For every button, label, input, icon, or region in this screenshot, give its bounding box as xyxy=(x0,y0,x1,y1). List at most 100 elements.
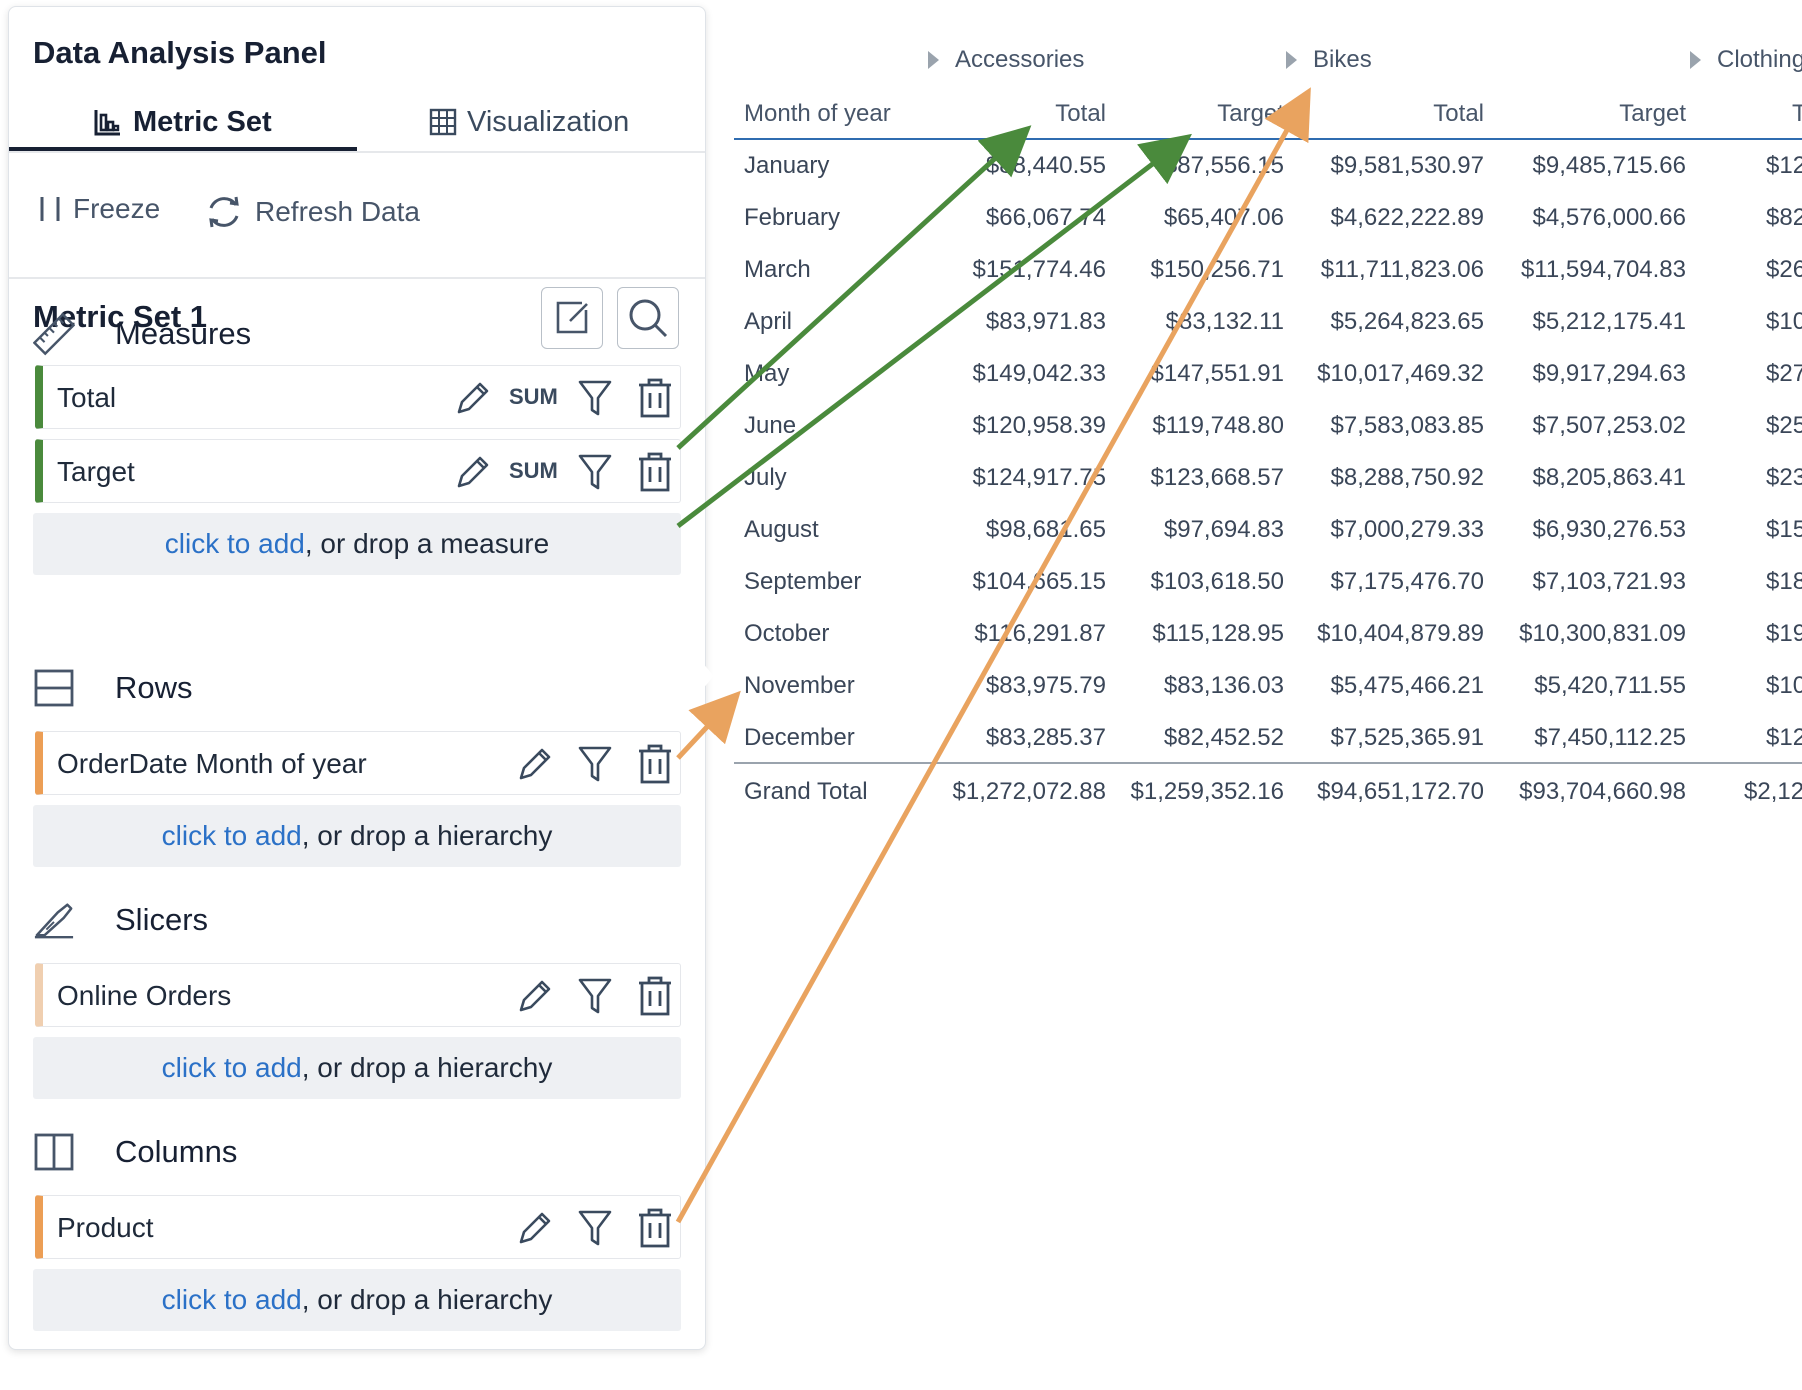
clothing-total-cell: $192,37 xyxy=(1766,620,1802,647)
header-clothing-total[interactable]: T xyxy=(1792,100,1802,128)
bikes-total-cell: $7,000,279.33 xyxy=(1330,516,1484,543)
tab-visualization-label: Visualization xyxy=(467,105,630,138)
accessories-target-cell: $103,618.50 xyxy=(1150,568,1284,595)
freeze-button[interactable]: Freeze xyxy=(39,193,160,225)
columns-section-header: Columns xyxy=(33,1131,237,1173)
trash-icon[interactable] xyxy=(633,742,677,786)
category-bikes[interactable]: Bikes xyxy=(1286,46,1372,74)
filter-icon[interactable] xyxy=(573,742,617,786)
click-to-add-link[interactable]: click to add xyxy=(162,1052,302,1083)
header-month-of-year[interactable]: Month of year xyxy=(744,100,891,128)
category-label: Accessories xyxy=(955,46,1085,73)
panel-pointer xyxy=(700,660,714,692)
columns-dropzone[interactable]: click to add, or drop a hierarchy xyxy=(33,1269,681,1331)
accessories-target-cell: $87,556.15 xyxy=(1163,152,1284,179)
month-cell: March xyxy=(744,256,811,283)
month-cell: April xyxy=(744,308,793,335)
pencil-icon[interactable] xyxy=(513,742,557,786)
month-cell: November xyxy=(744,672,855,699)
category-label: Bikes xyxy=(1313,46,1372,73)
measure-label: Target xyxy=(57,456,135,487)
panel-title: Data Analysis Panel xyxy=(33,35,327,70)
row-item-orderdate[interactable]: OrderDate Month of year xyxy=(35,731,681,795)
filter-icon[interactable] xyxy=(573,974,617,1018)
rows-section-header: Rows xyxy=(33,667,193,709)
accessories-total-cell: $88,440.55 xyxy=(985,152,1106,179)
rows-icon xyxy=(33,667,75,709)
grand-total-divider xyxy=(734,762,1802,764)
freeze-icon xyxy=(40,197,60,221)
header-bikes-target[interactable]: Target xyxy=(1619,100,1686,128)
filter-icon[interactable] xyxy=(573,376,617,420)
slicer-item-online-orders[interactable]: Online Orders xyxy=(35,963,681,1027)
pencil-icon[interactable] xyxy=(451,376,495,420)
header-accessories-total[interactable]: Total xyxy=(1055,100,1106,128)
filter-icon[interactable] xyxy=(573,450,617,494)
bikes-target-cell: $5,420,711.55 xyxy=(1534,672,1686,699)
measure-label: Total xyxy=(57,382,117,413)
filter-icon[interactable] xyxy=(573,1206,617,1250)
rows-dropzone[interactable]: click to add, or drop a hierarchy xyxy=(33,805,681,867)
slicers-dropzone[interactable]: click to add, or drop a hierarchy xyxy=(33,1037,681,1099)
header-bikes-total[interactable]: Total xyxy=(1433,100,1484,128)
edit-square-icon xyxy=(556,301,588,334)
pivot-table: Accessories Bikes Clothing Month of year… xyxy=(720,0,1802,820)
tab-visualization[interactable]: Visualization xyxy=(429,93,629,151)
edit-metric-set-button[interactable] xyxy=(541,287,603,349)
accessories-total-cell: $83,975.79 xyxy=(985,672,1106,699)
accessories-total-cell: $149,042.33 xyxy=(972,360,1106,387)
month-cell: October xyxy=(744,620,830,647)
bikes-target-cell: $10,300,831.09 xyxy=(1519,620,1686,647)
grand-total-accessories-total-cell: $1,272,072.88 xyxy=(952,778,1106,805)
column-item-product[interactable]: Product xyxy=(35,1195,681,1259)
refresh-icon xyxy=(209,196,239,228)
pencil-icon[interactable] xyxy=(451,450,495,494)
accessories-total-cell: $83,971.83 xyxy=(985,308,1106,335)
expand-triangle-icon[interactable] xyxy=(1690,51,1701,69)
month-cell: May xyxy=(744,360,790,387)
measure-item-total[interactable]: Total SUM xyxy=(35,365,681,429)
measure-item-target[interactable]: Target SUM xyxy=(35,439,681,503)
bikes-total-cell: $7,525,365.91 xyxy=(1330,724,1484,751)
refresh-data-button[interactable]: Refresh Data xyxy=(205,193,420,231)
aggregation-label[interactable]: SUM xyxy=(509,458,558,484)
clothing-total-cell: $125,51 xyxy=(1766,724,1802,751)
measures-section-header: Measures xyxy=(33,312,251,356)
month-cell: June xyxy=(744,412,797,439)
trash-icon[interactable] xyxy=(633,974,677,1018)
month-cell: February xyxy=(744,204,841,231)
bikes-total-cell: $5,475,466.21 xyxy=(1330,672,1484,699)
grand-total-clothing-total-cell: $2,120,54 xyxy=(1744,778,1802,805)
columns-icon xyxy=(33,1131,75,1173)
click-to-add-link[interactable]: click to add xyxy=(165,528,305,559)
trash-icon[interactable] xyxy=(633,376,677,420)
grand-total-bikes-target-cell: $93,704,660.98 xyxy=(1519,778,1686,805)
expand-triangle-icon[interactable] xyxy=(928,51,939,69)
pencil-icon[interactable] xyxy=(513,974,557,1018)
trash-icon[interactable] xyxy=(633,450,677,494)
aggregation-label[interactable]: SUM xyxy=(509,384,558,410)
accessories-target-cell: $65,407.06 xyxy=(1163,204,1284,231)
slicer-label: Online Orders xyxy=(57,980,232,1011)
expand-triangle-icon[interactable] xyxy=(1286,51,1297,69)
accessories-total-cell: $98,681.65 xyxy=(985,516,1106,543)
pencil-icon[interactable] xyxy=(513,1206,557,1250)
clothing-total-cell: $268,48 xyxy=(1766,256,1802,283)
click-to-add-link[interactable]: click to add xyxy=(162,1284,302,1315)
accessories-target-cell: $123,668.57 xyxy=(1150,464,1284,491)
clothing-total-cell: $237,64 xyxy=(1766,464,1802,491)
trash-icon[interactable] xyxy=(633,1206,677,1250)
grand-total-month-cell: Grand Total xyxy=(744,778,868,805)
search-icon xyxy=(629,299,668,338)
accessories-total-cell: $83,285.37 xyxy=(985,724,1106,751)
clothing-total-cell: $278,07 xyxy=(1766,360,1802,387)
grand-total-bikes-total-cell: $94,651,172.70 xyxy=(1317,778,1484,805)
month-cell: July xyxy=(744,464,787,491)
category-clothing[interactable]: Clothing xyxy=(1690,46,1802,74)
measures-dropzone[interactable]: click to add, or drop a measure xyxy=(33,513,681,575)
tab-metric-set[interactable]: Metric Set xyxy=(93,93,272,151)
header-accessories-target[interactable]: Target xyxy=(1217,100,1284,128)
click-to-add-link[interactable]: click to add xyxy=(162,820,302,851)
category-accessories[interactable]: Accessories xyxy=(928,46,1084,74)
search-button[interactable] xyxy=(617,287,679,349)
